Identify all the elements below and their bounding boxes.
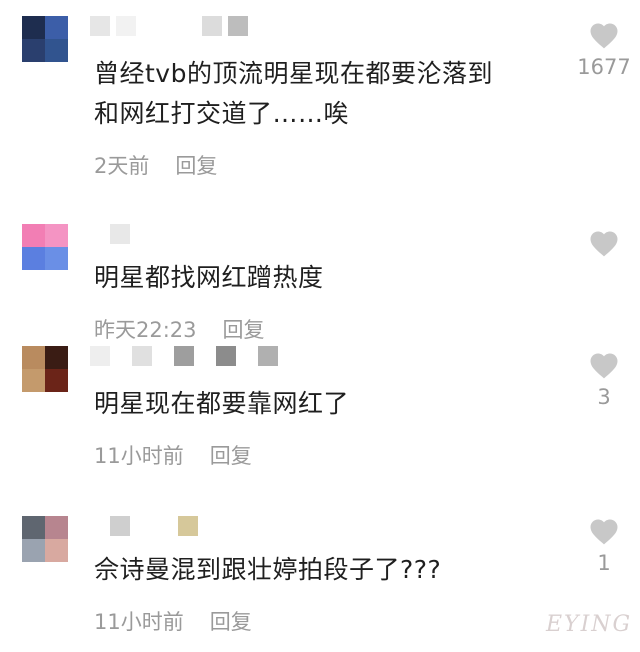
avatar[interactable] [22, 346, 68, 392]
username-blurred[interactable] [90, 344, 278, 368]
username-pixel [90, 346, 110, 366]
avatar[interactable] [22, 516, 68, 562]
avatar-tile [45, 247, 68, 270]
username-pixel [258, 346, 278, 366]
avatar-tile [45, 346, 68, 369]
username-blurred[interactable] [90, 14, 248, 38]
like-button[interactable]: 1 [582, 518, 626, 575]
avatar-tile [22, 224, 45, 247]
like-count: 3 [597, 385, 611, 409]
username-pixel [174, 346, 194, 366]
like-count: 1677 [577, 55, 631, 79]
username-pixel [178, 516, 198, 536]
avatar-tile [22, 516, 45, 539]
avatar-tile [22, 346, 45, 369]
comment-time: 昨天22:23 [94, 318, 197, 342]
username-pixel [216, 346, 236, 366]
comment-time: 11小时前 [94, 444, 184, 468]
comment-text: 明星现在都要靠网红了 [94, 389, 350, 418]
avatar-tile [22, 539, 45, 562]
reply-button[interactable]: 回复 [210, 606, 252, 636]
comment-text: 明星都找网红蹭热度 [94, 263, 324, 292]
comment-time: 11小时前 [94, 610, 184, 634]
avatar-tile [45, 39, 68, 62]
comment-meta: 11小时前 回复 [94, 606, 252, 636]
comment-meta: 11小时前 回复 [94, 440, 252, 470]
avatar-tile [22, 16, 45, 39]
avatar-tile [22, 369, 45, 392]
comment-text: 佘诗曼混到跟壮婷拍段子了??? [94, 555, 442, 584]
heart-icon [590, 23, 618, 49]
comment-text: 曾经tvb的顶流明星现在都要沦落到 和网红打交道了……唉 [94, 59, 493, 128]
avatar-tile [45, 16, 68, 39]
heart-icon [590, 519, 618, 545]
avatar-tile [45, 369, 68, 392]
avatar-tile [22, 39, 45, 62]
username-blurred[interactable] [110, 514, 198, 538]
username-pixel [228, 16, 248, 36]
comment-meta: 昨天22:23 回复 [94, 314, 265, 344]
comment-time: 2天前 [94, 154, 150, 178]
reply-button[interactable]: 回复 [210, 440, 252, 470]
username-pixel [90, 16, 110, 36]
username-pixel [110, 224, 130, 244]
heart-icon [590, 231, 618, 257]
watermark-logo: EYING [546, 612, 633, 637]
username-blurred[interactable] [110, 222, 130, 246]
avatar[interactable] [22, 224, 68, 270]
like-count: 1 [597, 551, 611, 575]
reply-button[interactable]: 回复 [223, 314, 265, 344]
username-pixel [202, 16, 222, 36]
username-pixel [116, 16, 136, 36]
like-button[interactable] [582, 230, 626, 257]
comment-meta: 2天前 回复 [94, 150, 217, 180]
avatar-tile [45, 539, 68, 562]
like-button[interactable]: 3 [582, 352, 626, 409]
username-pixel [132, 346, 152, 366]
avatar-tile [45, 224, 68, 247]
reply-button[interactable]: 回复 [175, 150, 217, 180]
username-pixel [110, 516, 130, 536]
avatar-tile [22, 247, 45, 270]
avatar-tile [45, 516, 68, 539]
like-button[interactable]: 1677 [577, 22, 631, 79]
avatar[interactable] [22, 16, 68, 62]
heart-icon [590, 353, 618, 379]
